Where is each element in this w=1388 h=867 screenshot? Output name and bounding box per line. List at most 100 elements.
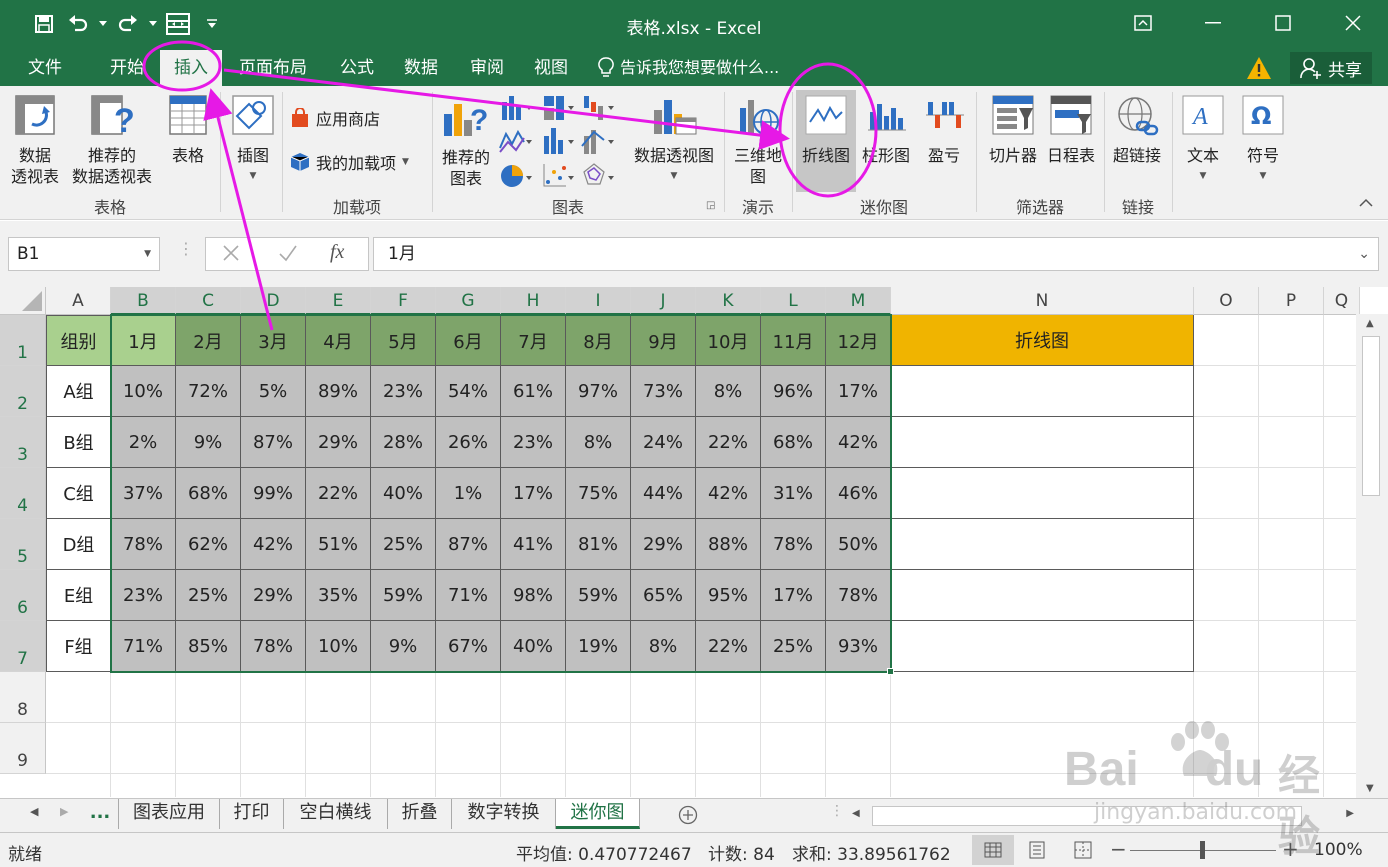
data-cell[interactable]: 17% bbox=[501, 468, 566, 519]
scroll-up-icon[interactable]: ▲ bbox=[1366, 318, 1374, 329]
column-header[interactable]: B bbox=[111, 287, 176, 315]
pivot-chart-button[interactable]: 数据透视图 ▼ bbox=[626, 94, 722, 187]
data-cell[interactable]: 95% bbox=[696, 570, 761, 621]
row-header[interactable]: 4 bbox=[0, 468, 46, 519]
close-icon[interactable] bbox=[1318, 0, 1388, 46]
data-cell[interactable]: 31% bbox=[761, 468, 826, 519]
header-cell[interactable]: 4月 bbox=[306, 315, 371, 366]
data-cell[interactable]: 96% bbox=[761, 366, 826, 417]
data-cell[interactable]: 10% bbox=[306, 621, 371, 672]
tab-review[interactable]: 审阅 bbox=[456, 50, 518, 86]
insert-function-icon[interactable]: fx bbox=[330, 241, 344, 264]
header-cell[interactable]: 9月 bbox=[631, 315, 696, 366]
page-layout-view-icon[interactable] bbox=[1028, 841, 1046, 864]
data-cell[interactable]: 8% bbox=[631, 621, 696, 672]
zoom-slider-thumb[interactable] bbox=[1200, 841, 1205, 859]
text-button[interactable]: A 文本 ▼ bbox=[1176, 94, 1230, 187]
data-cell[interactable]: 42% bbox=[826, 417, 891, 468]
data-cell[interactable]: 8% bbox=[566, 417, 631, 468]
tab-formulas[interactable]: 公式 bbox=[326, 50, 388, 86]
data-cell[interactable]: 40% bbox=[371, 468, 436, 519]
row-header[interactable]: 3 bbox=[0, 417, 46, 468]
row-header[interactable]: 8 bbox=[0, 672, 46, 723]
tell-me-box[interactable]: 告诉我您想要做什么... bbox=[598, 50, 779, 86]
row-label-cell[interactable]: B组 bbox=[46, 417, 111, 468]
data-cell[interactable]: 17% bbox=[826, 366, 891, 417]
header-cell[interactable]: 6月 bbox=[436, 315, 501, 366]
data-cell[interactable]: 42% bbox=[241, 519, 306, 570]
data-cell[interactable]: 22% bbox=[306, 468, 371, 519]
data-cell[interactable]: 68% bbox=[176, 468, 241, 519]
tab-view[interactable]: 视图 bbox=[520, 50, 582, 86]
formula-input[interactable]: 1月 ⌄ bbox=[373, 237, 1379, 271]
charts-dialog-launcher-icon[interactable]: ◲ bbox=[706, 200, 715, 211]
data-cell[interactable]: 10% bbox=[111, 366, 176, 417]
data-cell[interactable]: 50% bbox=[826, 519, 891, 570]
data-cell[interactable]: 97% bbox=[566, 366, 631, 417]
cancel-icon[interactable] bbox=[222, 244, 240, 266]
column-header[interactable]: O bbox=[1194, 287, 1259, 315]
data-cell[interactable]: 71% bbox=[436, 570, 501, 621]
timeline-button[interactable]: 日程表 bbox=[1042, 94, 1100, 166]
tab-file[interactable]: 文件 bbox=[14, 50, 76, 86]
sparkline-cell[interactable] bbox=[891, 621, 1194, 672]
normal-view-icon[interactable] bbox=[972, 835, 1014, 865]
sparkline-cell[interactable] bbox=[891, 468, 1194, 519]
sparkline-winloss-button[interactable]: 盈亏 bbox=[916, 94, 972, 166]
data-cell[interactable]: 85% bbox=[176, 621, 241, 672]
data-cell[interactable]: 89% bbox=[306, 366, 371, 417]
column-header[interactable]: C bbox=[176, 287, 241, 315]
data-cell[interactable]: 68% bbox=[761, 417, 826, 468]
data-cell[interactable]: 59% bbox=[566, 570, 631, 621]
minimize-icon[interactable] bbox=[1178, 0, 1248, 46]
header-cell[interactable]: 3月 bbox=[241, 315, 306, 366]
data-cell[interactable]: 17% bbox=[761, 570, 826, 621]
tab-page-layout[interactable]: 页面布局 bbox=[230, 50, 316, 86]
data-cell[interactable]: 25% bbox=[761, 621, 826, 672]
app-store-button[interactable]: 应用商店 bbox=[290, 106, 380, 130]
data-cell[interactable]: 24% bbox=[631, 417, 696, 468]
3d-map-button[interactable]: 三维地 图 bbox=[728, 94, 788, 187]
sparkline-cell[interactable] bbox=[891, 570, 1194, 621]
data-cell[interactable]: 2% bbox=[111, 417, 176, 468]
row-header[interactable]: 9 bbox=[0, 723, 46, 774]
header-cell[interactable]: 12月 bbox=[826, 315, 891, 366]
table-button[interactable]: 表格 bbox=[164, 94, 212, 166]
header-cell[interactable]: 2月 bbox=[176, 315, 241, 366]
data-cell[interactable]: 23% bbox=[111, 570, 176, 621]
select-all-corner[interactable] bbox=[0, 287, 46, 315]
column-header[interactable]: G bbox=[436, 287, 501, 315]
column-header[interactable]: E bbox=[306, 287, 371, 315]
column-header[interactable]: I bbox=[566, 287, 631, 315]
column-header[interactable]: P bbox=[1259, 287, 1324, 315]
vertical-scrollbar[interactable]: ▲ ▼ bbox=[1356, 314, 1388, 798]
column-header[interactable]: A bbox=[46, 287, 111, 315]
chart-type-icons[interactable] bbox=[498, 92, 622, 190]
data-cell[interactable]: 65% bbox=[631, 570, 696, 621]
header-cell[interactable]: 7月 bbox=[501, 315, 566, 366]
collapse-ribbon-icon[interactable] bbox=[1358, 196, 1374, 212]
data-cell[interactable]: 54% bbox=[436, 366, 501, 417]
pivot-table-button[interactable]: 数据 透视表 bbox=[4, 94, 66, 187]
sheet-tab[interactable]: 数字转换 bbox=[452, 799, 556, 829]
recommended-pivot-button[interactable]: ? 推荐的 数据透视表 bbox=[64, 94, 160, 187]
data-cell[interactable]: 87% bbox=[241, 417, 306, 468]
data-cell[interactable]: 81% bbox=[566, 519, 631, 570]
sheet-split-icon[interactable]: ⋮ bbox=[830, 803, 844, 819]
row-label-cell[interactable]: E组 bbox=[46, 570, 111, 621]
column-header[interactable]: F bbox=[371, 287, 436, 315]
column-header[interactable]: M bbox=[826, 287, 891, 315]
data-cell[interactable]: 1% bbox=[436, 468, 501, 519]
data-cell[interactable]: 9% bbox=[176, 417, 241, 468]
data-cell[interactable]: 67% bbox=[436, 621, 501, 672]
data-cell[interactable]: 73% bbox=[631, 366, 696, 417]
slicer-button[interactable]: 切片器 bbox=[982, 94, 1044, 166]
row-label-cell[interactable]: D组 bbox=[46, 519, 111, 570]
hyperlink-button[interactable]: 超链接 bbox=[1106, 94, 1168, 166]
data-cell[interactable]: 78% bbox=[241, 621, 306, 672]
data-cell[interactable]: 88% bbox=[696, 519, 761, 570]
data-cell[interactable]: 78% bbox=[826, 570, 891, 621]
data-cell[interactable]: 9% bbox=[371, 621, 436, 672]
data-cell[interactable]: 61% bbox=[501, 366, 566, 417]
name-box-dropdown-icon[interactable]: ▼ bbox=[144, 238, 151, 270]
